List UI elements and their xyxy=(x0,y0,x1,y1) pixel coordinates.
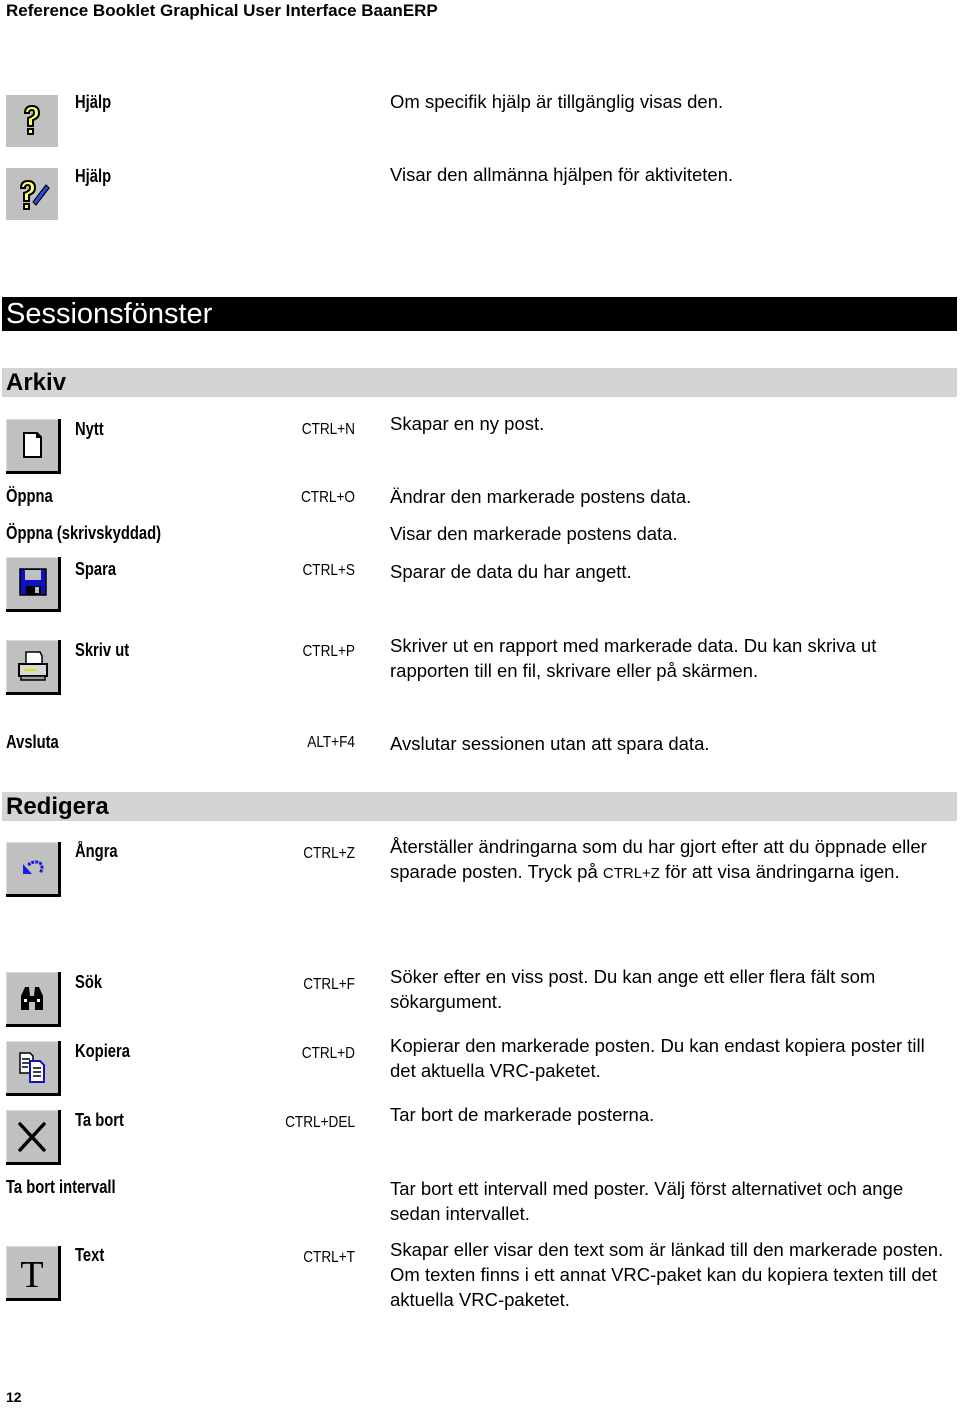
new-button xyxy=(6,419,61,474)
undo-label: Ångra xyxy=(75,841,118,861)
new-label: Nytt xyxy=(75,419,104,439)
copy-documents-icon xyxy=(19,1052,45,1083)
section-title: Sessionsfönster xyxy=(6,298,213,330)
open-label: Öppna xyxy=(6,486,53,506)
help-context-button xyxy=(6,168,58,220)
subsection-header-arkiv: Arkiv xyxy=(2,368,957,397)
copy-shortcut: CTRL+D xyxy=(301,1045,355,1062)
copy-button xyxy=(6,1041,61,1096)
print-label: Skriv ut xyxy=(75,640,130,660)
copy-label: Kopiera xyxy=(75,1041,130,1061)
new-description: Skapar en ny post. xyxy=(390,413,545,434)
printer-icon xyxy=(18,651,48,681)
save-description: Sparar de data du har angett. xyxy=(390,561,632,582)
help-general-description: Visar den allmänna hjälpen för aktivitet… xyxy=(390,164,734,185)
undo-description: Återställer ändringarna som du har gjort… xyxy=(390,836,927,882)
new-shortcut: CTRL+N xyxy=(301,421,355,438)
text-description: Skapar eller visar den text som är länka… xyxy=(390,1239,944,1310)
page-number: 12 xyxy=(6,1389,22,1405)
delete-shortcut: CTRL+DEL xyxy=(285,1114,355,1131)
text-shortcut: CTRL+T xyxy=(303,1249,355,1266)
help-question-icon xyxy=(23,104,41,135)
help-question-button xyxy=(6,95,58,147)
undo-arrow-icon xyxy=(23,860,44,874)
save-button xyxy=(6,557,61,612)
open-readonly-label: Öppna (skrivskyddad) xyxy=(6,523,162,543)
text-button: T xyxy=(6,1246,61,1301)
copy-description: Kopierar den markerade posten. Du kan en… xyxy=(390,1035,925,1081)
delete-description: Tar bort de markerade posterna. xyxy=(390,1104,655,1125)
delete-range-description: Tar bort ett intervall med poster. Välj … xyxy=(390,1178,904,1224)
subsection-title: Arkiv xyxy=(6,369,67,396)
help-general-label: Hjälp xyxy=(75,166,112,186)
search-shortcut: CTRL+F xyxy=(303,976,355,993)
delete-range-label: Ta bort intervall xyxy=(6,1177,116,1197)
save-shortcut: CTRL+S xyxy=(302,562,355,579)
search-description: Söker efter en viss post. Du kan ange et… xyxy=(390,966,876,1012)
print-description: Skriver ut en rapport med markerade data… xyxy=(390,635,877,681)
undo-button xyxy=(6,842,61,897)
exit-shortcut: ALT+F4 xyxy=(307,734,355,751)
help-label: Hjälp xyxy=(75,92,112,112)
save-disk-icon xyxy=(19,568,47,596)
open-readonly-description: Visar den markerade postens data. xyxy=(390,523,678,544)
text-t-icon: T xyxy=(20,1254,43,1296)
svg-text:T: T xyxy=(20,1254,43,1296)
text-label: Text xyxy=(75,1245,105,1265)
document-title: Reference Booklet Graphical User Interfa… xyxy=(6,1,438,20)
subsection-title: Redigera xyxy=(6,793,109,820)
delete-button xyxy=(6,1110,61,1165)
inline-shortcut: CTRL+Z xyxy=(602,865,660,882)
new-document-icon xyxy=(23,432,42,458)
open-shortcut: CTRL+O xyxy=(300,489,355,506)
help-context-icon xyxy=(19,179,50,210)
delete-label: Ta bort xyxy=(75,1110,124,1130)
print-shortcut: CTRL+P xyxy=(302,643,355,660)
exit-label: Avsluta xyxy=(6,732,59,752)
search-label: Sök xyxy=(75,972,103,992)
save-label: Spara xyxy=(75,559,117,579)
search-button xyxy=(6,972,61,1027)
subsection-header-redigera: Redigera xyxy=(2,792,957,821)
section-header-sessionsfonster: Sessionsfönster xyxy=(2,297,957,331)
print-button xyxy=(6,640,61,695)
help-description: Om specifik hjälp är tillgänglig visas d… xyxy=(390,91,724,112)
open-description: Ändrar den markerade postens data. xyxy=(390,486,692,507)
undo-shortcut: CTRL+Z xyxy=(303,845,355,862)
delete-x-icon xyxy=(18,1122,46,1152)
binoculars-icon xyxy=(21,987,43,1010)
exit-description: Avslutar sessionen utan att spara data. xyxy=(390,733,710,754)
